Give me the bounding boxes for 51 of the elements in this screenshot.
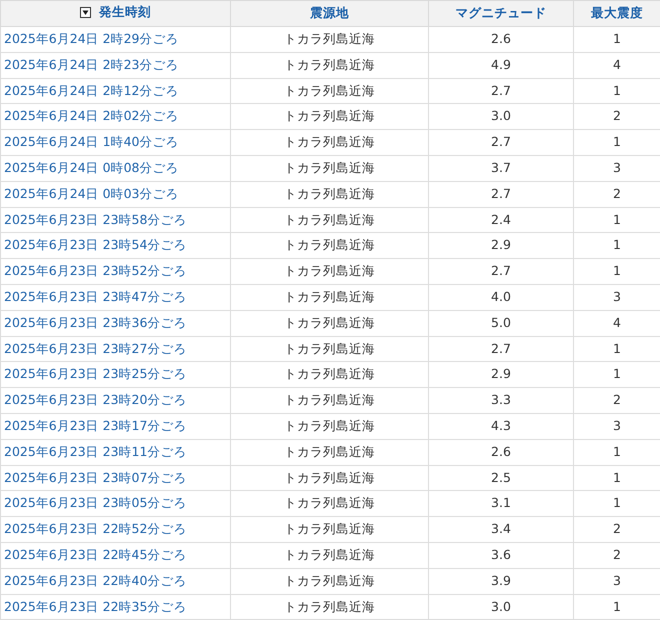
table-cell: トカラ列島近海 [230,207,428,233]
table-cell: トカラ列島近海 [230,542,428,568]
table-cell: トカラ列島近海 [230,362,428,388]
table-cell: トカラ列島近海 [230,155,428,182]
table-cell: 5.0 [428,310,574,336]
table-cell: 2.6 [428,26,574,52]
table-cell: トカラ列島近海 [230,568,428,594]
table-cell: 3.3 [428,388,574,414]
table-cell: トカラ列島近海 [230,439,428,466]
table-cell: 2.5 [428,465,574,491]
table-cell: トカラ列島近海 [230,413,428,440]
table-cell: トカラ列島近海 [230,310,428,336]
table-cell: トカラ列島近海 [230,336,428,362]
table-cell: 2.7 [428,336,574,362]
table-cell: 3.0 [428,594,574,620]
table-cell: トカラ列島近海 [230,490,428,517]
table-cell: トカラ列島近海 [230,516,428,542]
table-cell: 2.7 [428,78,574,104]
table-cell: 2.7 [428,258,574,284]
column-header[interactable]: 発生時刻 [0,0,230,26]
table-cell: 2.7 [428,181,574,208]
table-cell: 2.7 [428,130,574,156]
table-cell: トカラ列島近海 [230,594,428,620]
table-cell: トカラ列島近海 [230,284,428,310]
column-header[interactable]: 最大震度 [574,0,660,26]
table-cell: 3.4 [428,516,574,542]
table-cell: 3.7 [428,155,574,182]
table-cell: 3.6 [428,542,574,568]
table-cell: トカラ列島近海 [230,78,428,104]
table-cell: トカラ列島近海 [230,104,428,130]
table-cell: トカラ列島近海 [230,465,428,491]
table-cell: トカラ列島近海 [230,130,428,156]
column-header[interactable]: 震源地 [230,0,428,26]
sort-descending-icon [80,7,91,18]
table-cell: 3.9 [428,568,574,594]
table-cell: トカラ列島近海 [230,52,428,78]
table-cell: 4.0 [428,284,574,310]
table-cell: 4.9 [428,52,574,78]
table-cell: トカラ列島近海 [230,26,428,52]
table-cell: トカラ列島近海 [230,388,428,414]
table-cell: トカラ列島近海 [230,258,428,284]
column-header[interactable]: マグニチュード [428,0,574,26]
table-cell: 2.9 [428,362,574,388]
table-cell: 4.3 [428,413,574,440]
table-cell: 2.6 [428,439,574,466]
table-cell: 3.1 [428,490,574,517]
table-cell: 3.0 [428,104,574,130]
table-cell: 2.4 [428,207,574,233]
table-cell: 2.9 [428,232,574,259]
table-cell: トカラ列島近海 [230,181,428,208]
table-cell: トカラ列島近海 [230,232,428,259]
